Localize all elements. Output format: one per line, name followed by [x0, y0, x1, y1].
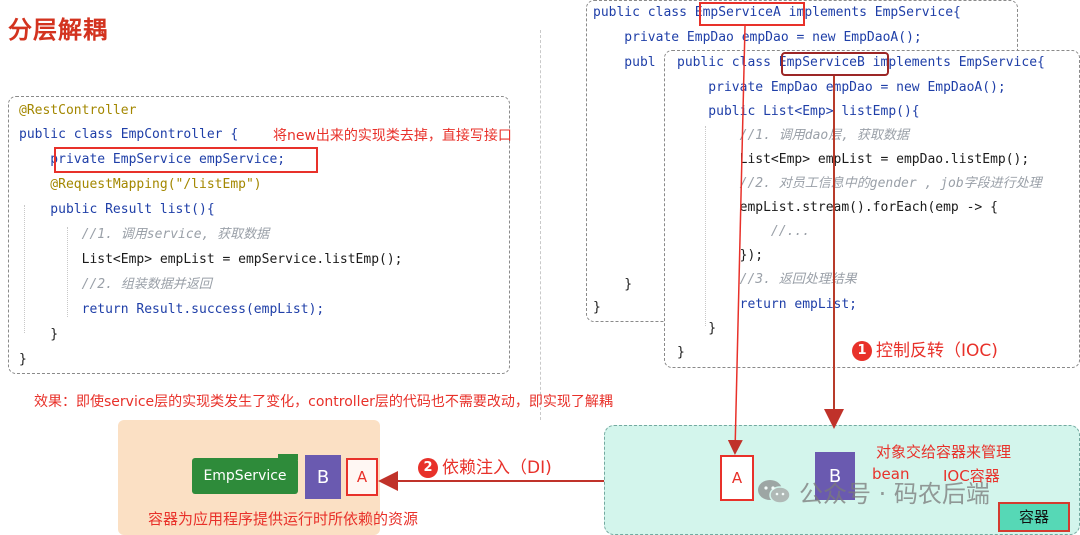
section-divider: [540, 30, 541, 420]
controller-code-box: @RestController public class EmpControll…: [8, 96, 512, 374]
effect-note: 效果：即使service层的实现类发生了变化，controller层的代码也不需…: [34, 394, 613, 410]
watermark-text: 公众号 · 码农后端: [799, 480, 990, 508]
empservice-badge: EmpService: [192, 458, 298, 494]
wechat-watermark: 公众号 · 码农后端: [757, 474, 990, 509]
container-chip: 容器: [998, 502, 1070, 532]
service-b-field: private EmpDao empDao = new EmpDaoA();: [677, 80, 1006, 95]
box-a-injected: A: [346, 458, 378, 496]
container-box-a: A: [720, 455, 754, 501]
resource-caption: 容器为应用程序提供运行时所依赖的资源: [148, 510, 419, 528]
code-line-class-decl: public class EmpController {: [19, 127, 239, 142]
service-b-comment-1: //1. 调用dao层, 获取数据: [677, 128, 909, 143]
service-b-comment-ellipsis: //...: [677, 224, 811, 239]
service-b-highlight: [781, 52, 889, 76]
di-text: 依赖注入（DI): [442, 458, 552, 478]
code-line-close-class: }: [19, 352, 27, 367]
code-line-return: return Result.success(empList);: [19, 302, 325, 317]
di-label: 2 依赖注入（DI): [418, 453, 552, 478]
code-line-list: List<Emp> empList = empService.listEmp()…: [19, 252, 403, 267]
code-line-close-method: }: [19, 327, 59, 342]
document-b-icon: B: [305, 455, 341, 499]
wechat-icon: [757, 478, 791, 506]
service-a-field: private EmpDao empDao = new EmpDaoA();: [593, 30, 922, 45]
service-b-return: return empList;: [677, 297, 858, 312]
service-b-method: public List<Emp> listEmp(){: [677, 104, 920, 119]
service-a-method-fragment: publ: [593, 55, 656, 70]
code-line-comment-1: //1. 调用service, 获取数据: [19, 227, 270, 242]
ioc-number-badge: 1: [852, 341, 872, 361]
service-b-close-lambda: });: [677, 248, 764, 263]
service-b-close-class: }: [677, 345, 685, 360]
service-a-highlight: [699, 2, 805, 26]
container-manage-text: 对象交给容器来管理: [876, 443, 1012, 461]
ioc-label: 1 控制反转（IOC): [852, 336, 998, 361]
di-number-badge: 2: [418, 458, 438, 478]
service-b-list: List<Emp> empList = empDao.listEmp();: [677, 152, 1030, 167]
interface-annotation: 将new出来的实现类去掉，直接写接口: [273, 128, 512, 144]
service-b-comment-3: //3. 返回处理结果: [677, 272, 857, 287]
page-title: 分层解耦: [8, 16, 108, 44]
service-b-code-box: public class EmpServiceB implements EmpS…: [664, 50, 1080, 368]
service-b-close-method: }: [677, 321, 717, 336]
service-a-close-class: }: [593, 300, 601, 315]
service-b-stream: empList.stream().forEach(emp -> {: [677, 200, 998, 215]
code-line-method: public Result list(){: [19, 202, 215, 217]
service-a-close-method: }: [593, 277, 633, 292]
empservice-badge-notch: [278, 454, 298, 460]
code-line-comment-2: //2. 组装数据并返回: [19, 277, 212, 292]
service-b-comment-2: //2. 对员工信息中的gender , job字段进行处理: [677, 176, 1042, 191]
code-line-request-mapping: @RequestMapping("/listEmp"): [19, 177, 262, 192]
code-line-annotation: @RestController: [19, 103, 137, 118]
field-highlight-box: [54, 147, 318, 173]
ioc-text: 控制反转（IOC): [876, 341, 998, 361]
